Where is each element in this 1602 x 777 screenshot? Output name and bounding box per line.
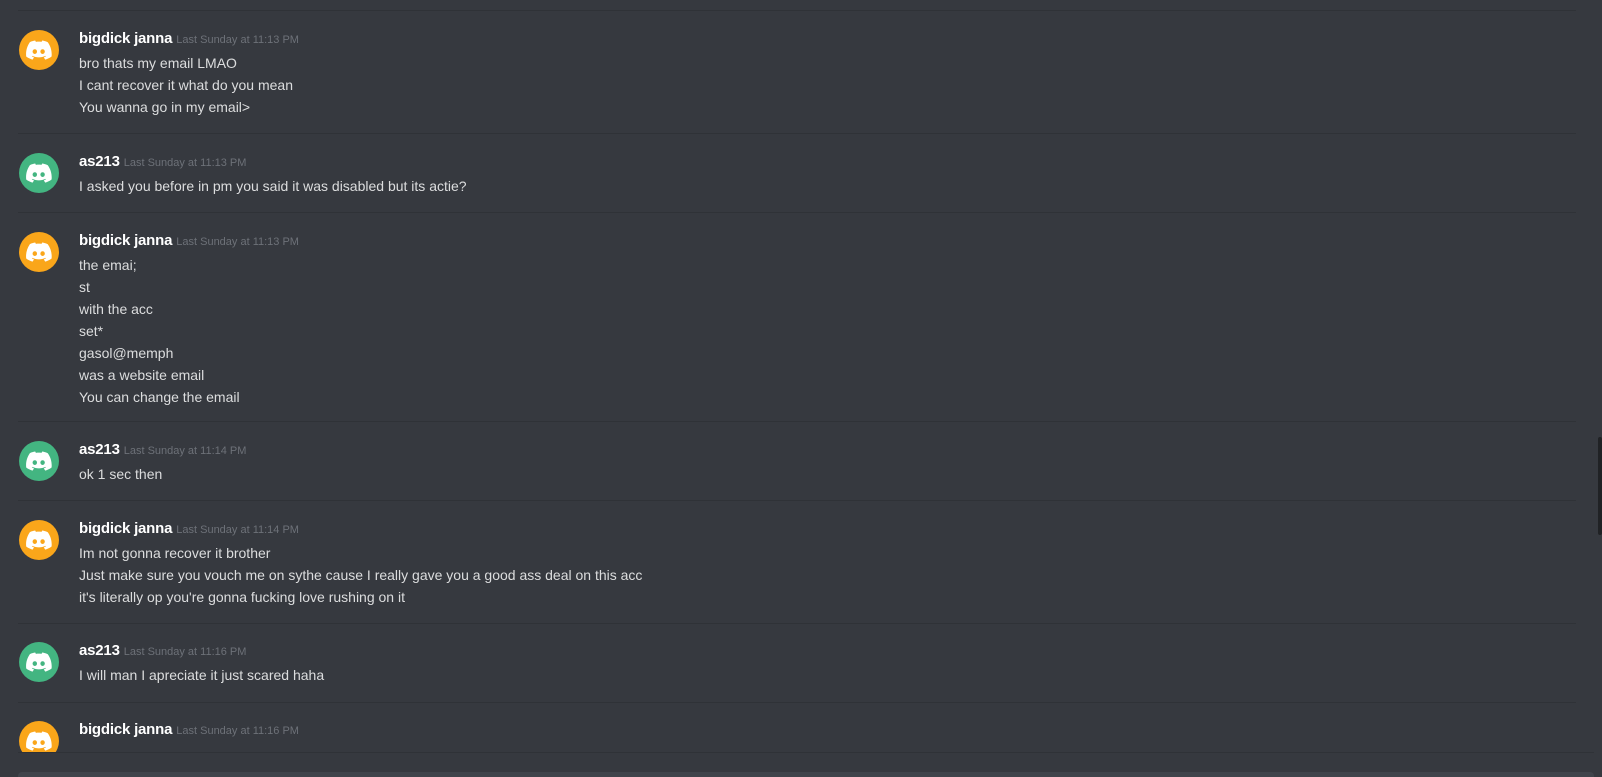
message-input[interactable] — [18, 772, 1594, 777]
username[interactable]: bigdick janna — [79, 721, 172, 738]
avatar[interactable] — [19, 232, 59, 272]
message-text: st — [79, 279, 90, 295]
message-timestamp: Last Sunday at 11:13 PM — [176, 236, 299, 248]
avatar[interactable] — [19, 441, 59, 481]
message-text: You wanna go in my email> — [79, 99, 251, 115]
message-text: was a website email — [79, 367, 205, 383]
message-timestamp: Last Sunday at 11:14 PM — [123, 445, 247, 457]
message-text: You can change the email — [79, 389, 240, 405]
message-timestamp: Last Sunday at 11:13 PM — [176, 34, 299, 46]
message-composer-area — [0, 752, 1602, 777]
message-header: bigdick janna Last Sunday at 11:13 PM — [79, 30, 299, 50]
avatar[interactable] — [19, 642, 59, 682]
scrollbar-thumb[interactable] — [1598, 437, 1602, 535]
message-text: gasol@memph — [79, 345, 174, 361]
message-header: as213 Last Sunday at 11:14 PM — [79, 441, 246, 461]
composer-divider — [18, 752, 1594, 753]
message-text: ok 1 sec then — [79, 466, 163, 482]
message-divider — [18, 133, 1576, 134]
username[interactable]: bigdick janna — [79, 30, 172, 47]
message-text: the emai; — [79, 257, 137, 273]
message-divider — [18, 212, 1576, 213]
message-timestamp: Last Sunday at 11:16 PM — [176, 725, 299, 737]
avatar[interactable] — [19, 721, 59, 752]
message-content: bro thats my email LMAO I cant recover it… — [79, 52, 293, 118]
discord-logo-icon — [26, 242, 52, 262]
username[interactable]: as213 — [79, 642, 120, 659]
message-header: bigdick janna Last Sunday at 11:13 PM — [79, 232, 299, 252]
message-divider — [18, 702, 1576, 703]
message-divider — [18, 623, 1576, 624]
discord-logo-icon — [26, 731, 52, 751]
username[interactable]: bigdick janna — [79, 520, 172, 537]
message-header: bigdick janna Last Sunday at 11:14 PM — [79, 520, 299, 540]
discord-logo-icon — [26, 163, 52, 183]
avatar[interactable] — [19, 153, 59, 193]
message-timestamp: Last Sunday at 11:14 PM — [176, 524, 299, 536]
message-content: ok 1 sec then — [79, 463, 162, 485]
message-text: Im not gonna recover it brother — [79, 545, 271, 561]
message-text: I asked you before in pm you said it was… — [79, 178, 467, 194]
message-text: set* — [79, 323, 104, 339]
message-divider — [18, 10, 1576, 11]
message-timestamp: Last Sunday at 11:13 PM — [123, 157, 247, 169]
username[interactable]: as213 — [79, 441, 120, 458]
message-text: with the acc — [79, 301, 153, 317]
message-text: Just make sure you vouch me on sythe cau… — [79, 567, 643, 583]
avatar[interactable] — [19, 520, 59, 560]
message-divider — [18, 421, 1576, 422]
message-divider — [18, 500, 1576, 501]
discord-logo-icon — [26, 652, 52, 672]
message-text: it's literally op you're gonna fucking l… — [79, 589, 405, 605]
discord-logo-icon — [26, 451, 52, 471]
message-header: as213 Last Sunday at 11:13 PM — [79, 153, 246, 173]
chat-message-list[interactable]: bigdick janna Last Sunday at 11:13 PM bro … — [0, 0, 1602, 752]
message-timestamp: Last Sunday at 11:16 PM — [123, 646, 247, 658]
discord-logo-icon — [26, 530, 52, 550]
message-text: I cant recover it what do you mean — [79, 77, 293, 93]
message-content: I will man I apreciate it just scared ha… — [79, 664, 324, 686]
discord-logo-icon — [26, 40, 52, 60]
avatar[interactable] — [19, 30, 59, 70]
message-content: Im not gonna recover it brother Just make… — [79, 542, 642, 608]
message-content: I asked you before in pm you said it was… — [79, 175, 467, 197]
message-header: bigdick janna Last Sunday at 11:16 PM — [79, 721, 299, 741]
message-header: as213 Last Sunday at 11:16 PM — [79, 642, 246, 662]
message-text: bro thats my email LMAO — [79, 55, 237, 71]
username[interactable]: bigdick janna — [79, 232, 172, 249]
username[interactable]: as213 — [79, 153, 120, 170]
message-text: I will man I apreciate it just scared ha… — [79, 667, 325, 683]
message-content: the emai; st with the acc set* gasol@memph wa… — [79, 254, 240, 408]
